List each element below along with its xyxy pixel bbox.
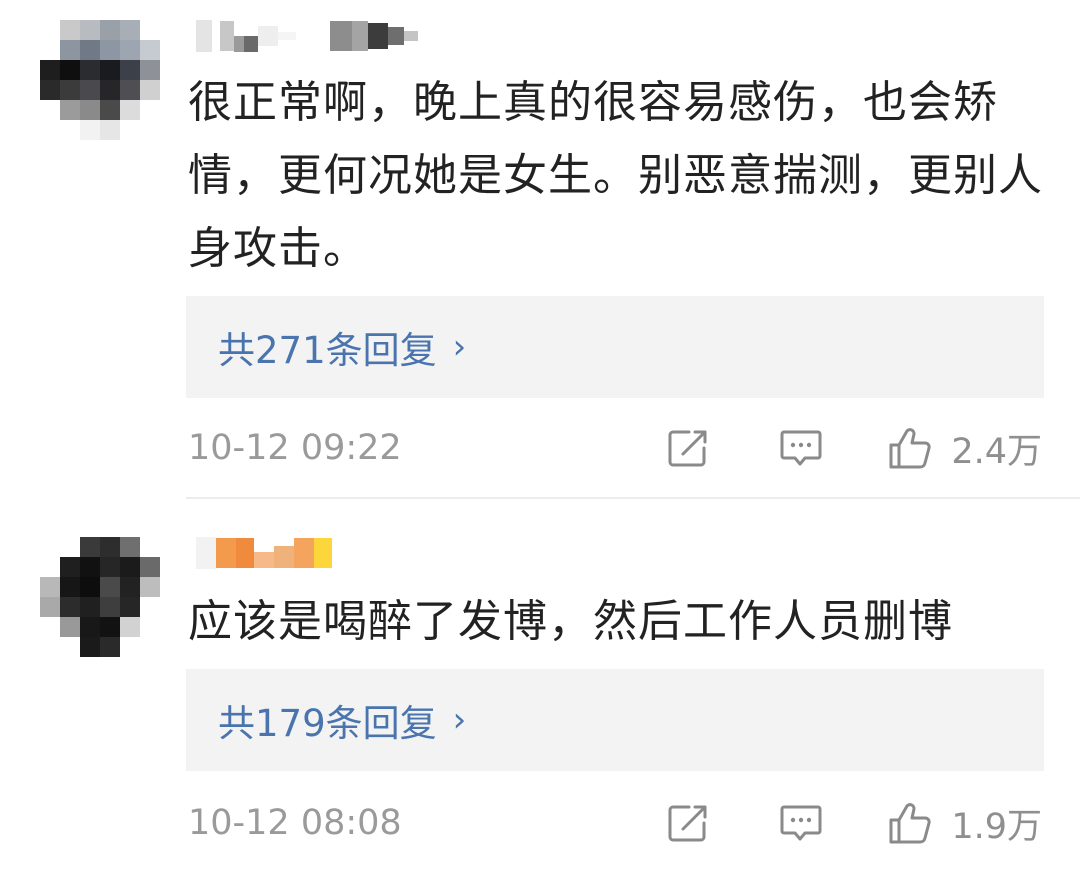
thumbs-up-icon: [889, 803, 931, 844]
chevron-right-icon: ›: [452, 327, 467, 367]
comment-item: 很正常啊，晚上真的很容易感伤，也会矫情，更何况她是女生。别恶意揣测，更别人身攻击…: [0, 0, 1080, 497]
comment-text: 应该是喝醉了发博，然后工作人员删博: [188, 596, 953, 647]
replies-label: 共179条回复: [218, 702, 437, 745]
share-icon: [668, 430, 707, 467]
replies-link[interactable]: 共179条回复 ›: [186, 669, 1044, 771]
comment-meta: 10-12 08:08 1.9万: [188, 796, 1042, 850]
like-button[interactable]: 2.4万: [887, 423, 1042, 474]
replies-label: 共271条回复: [218, 329, 437, 372]
thumbs-up-icon: [889, 428, 931, 469]
comment-item: 应该是喝醉了发博，然后工作人员删博 共179条回复 › 10-12 08:08: [0, 497, 1080, 881]
comment-list: 很正常啊，晚上真的很容易感伤，也会矫情，更何况她是女生。别恶意揣测，更别人身攻击…: [0, 0, 1080, 881]
comment-meta: 10-12 09:22 2.4万: [188, 421, 1042, 475]
comment-time: 10-12 09:22: [188, 428, 402, 468]
comment-text: 很正常啊，晚上真的很容易感伤，也会矫情，更何况她是女生。别恶意揣测，更别人身攻击…: [188, 77, 1043, 274]
share-button[interactable]: [667, 428, 711, 468]
avatar[interactable]: [40, 537, 160, 657]
comment-button[interactable]: [779, 803, 823, 843]
username[interactable]: [196, 535, 332, 571]
comment-time: 10-12 08:08: [188, 803, 402, 843]
share-button[interactable]: [667, 803, 711, 843]
comment-icon: [780, 805, 822, 841]
comment-icon: [780, 430, 822, 466]
username[interactable]: [196, 18, 418, 54]
like-count: 2.4万: [951, 431, 1042, 472]
avatar[interactable]: [40, 20, 160, 140]
replies-link[interactable]: 共271条回复 ›: [186, 296, 1044, 398]
like-button[interactable]: 1.9万: [887, 798, 1042, 849]
like-count: 1.9万: [951, 806, 1042, 847]
chevron-right-icon: ›: [452, 700, 467, 740]
share-icon: [668, 805, 707, 842]
comment-button[interactable]: [779, 428, 823, 468]
